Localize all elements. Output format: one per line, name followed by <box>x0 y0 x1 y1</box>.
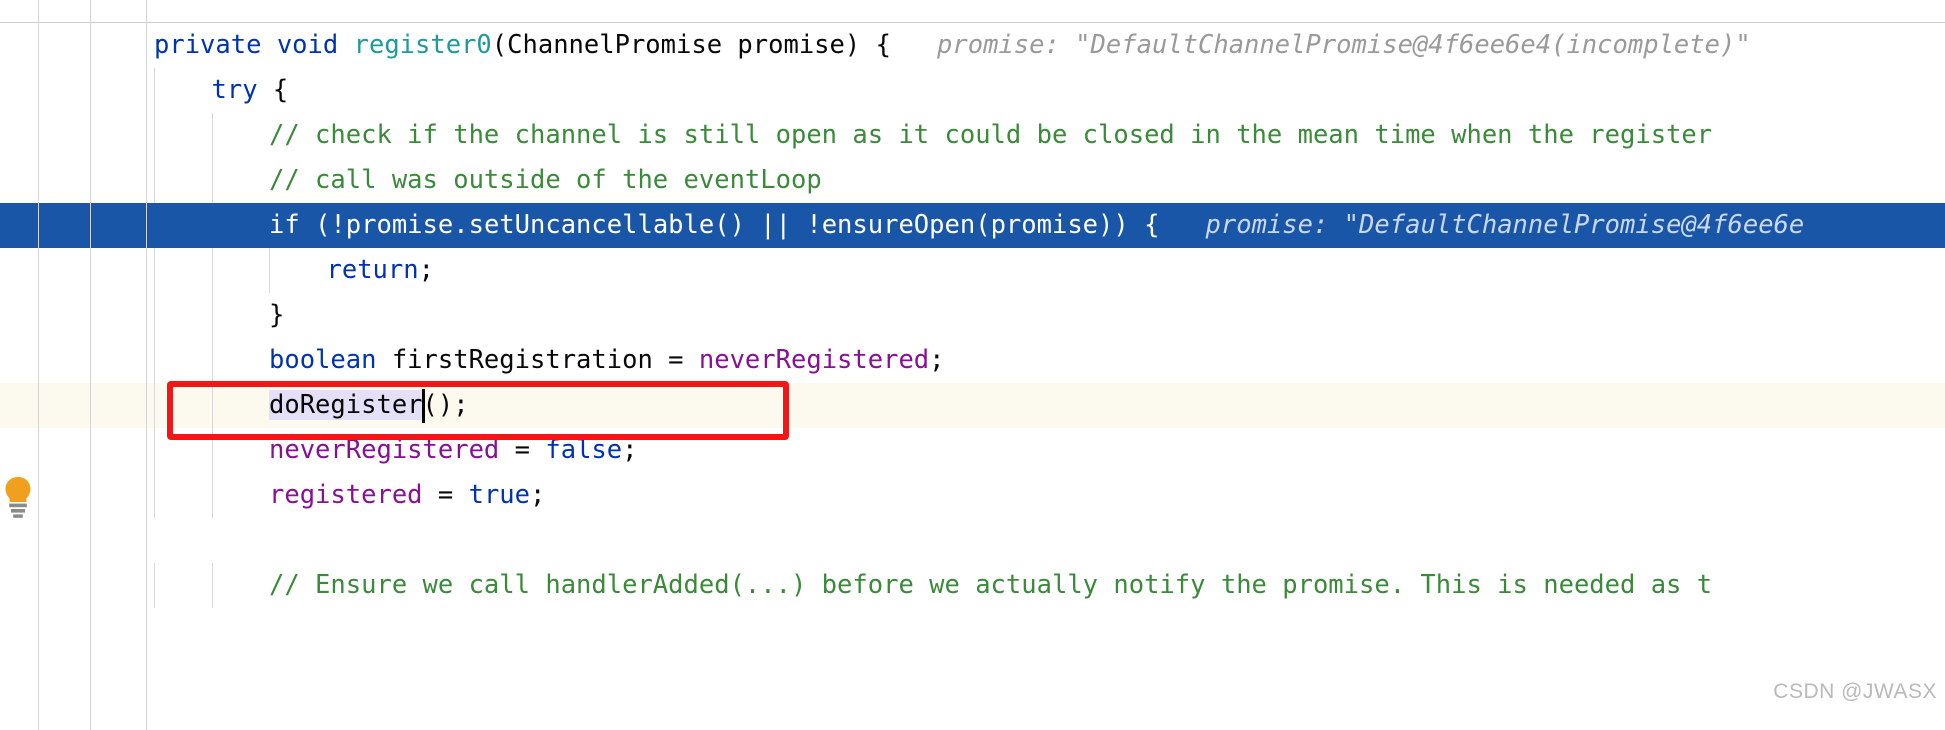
code-token: // call was outside of the eventLoop <box>269 165 822 195</box>
code-line[interactable]: boolean firstRegistration = neverRegiste… <box>0 338 1945 383</box>
code-line-text: boolean firstRegistration = neverRegiste… <box>269 338 945 383</box>
indent-guide <box>154 293 155 338</box>
code-line-text: doRegister(); <box>269 383 469 428</box>
code-token: register0 <box>353 30 492 60</box>
code-token: firstRegistration = <box>376 345 699 375</box>
code-token: (!promise.setUncancellable() || !ensureO… <box>299 210 1160 240</box>
indent-guide <box>211 563 213 608</box>
lightbulb-glyph <box>5 477 31 518</box>
indent-guide <box>154 248 155 293</box>
code-line[interactable]: return; <box>0 248 1945 293</box>
indent-guide <box>154 473 155 518</box>
code-token: private <box>154 30 262 60</box>
code-line-text: // Ensure we call handlerAdded(...) befo… <box>269 563 1712 608</box>
code-token: // Ensure we call handlerAdded(...) befo… <box>269 570 1713 600</box>
code-line-text: if (!promise.setUncancellable() || !ensu… <box>269 203 1804 248</box>
code-token: { <box>257 75 289 105</box>
code-token: if <box>269 210 300 240</box>
hint-gap <box>891 30 937 60</box>
indent-guide <box>211 248 213 293</box>
code-token: return <box>326 255 419 285</box>
indent-guide <box>154 563 155 608</box>
indent-guide <box>211 338 213 383</box>
inlay-parameter-hint[interactable]: promise: "DefaultChannelPromise@4f6ee6e4… <box>937 30 1751 60</box>
code-token: boolean <box>269 345 377 375</box>
indent-guide <box>211 428 213 473</box>
indent-guide <box>154 158 155 203</box>
code-token: true <box>468 480 531 510</box>
code-token: } <box>269 300 285 330</box>
inlay-parameter-hint[interactable]: promise: "DefaultChannelPromise@4f6ee6e <box>1206 210 1805 240</box>
code-line[interactable]: neverRegistered = false; <box>0 428 1945 473</box>
code-token: try <box>211 75 258 105</box>
code-line[interactable]: try { <box>0 68 1945 113</box>
identifier-under-caret: doRegister <box>269 390 423 420</box>
code-token: (); <box>422 390 469 420</box>
gutter-rule-line-numbers <box>38 0 39 730</box>
code-line[interactable]: registered = true; <box>0 473 1945 518</box>
code-line[interactable]: private void register0(ChannelPromise pr… <box>0 23 1945 68</box>
code-token: ; <box>929 345 945 375</box>
code-editor[interactable]: private void register0(ChannelPromise pr… <box>0 0 1945 730</box>
code-token: ; <box>418 255 434 285</box>
code-line-text: return; <box>327 248 434 293</box>
code-token: false <box>545 435 623 465</box>
lightbulb-intention-icon[interactable] <box>2 474 34 522</box>
indent-guide <box>211 113 213 158</box>
code-line[interactable]: // Ensure we call handlerAdded(...) befo… <box>0 563 1945 608</box>
code-line-text: private void register0(ChannelPromise pr… <box>154 23 1751 68</box>
code-line[interactable]: // check if the channel is still open as… <box>0 113 1945 158</box>
indent-guide <box>269 248 270 293</box>
code-line-text: try { <box>212 68 289 113</box>
indent-guide <box>154 338 155 383</box>
code-line-text: // check if the channel is still open as… <box>269 113 1712 158</box>
text-caret <box>422 389 426 423</box>
indent-guide <box>154 428 155 473</box>
indent-guide <box>211 383 213 428</box>
code-token: = <box>422 480 469 510</box>
code-line-text: registered = true; <box>269 473 545 518</box>
code-line[interactable] <box>0 518 1945 563</box>
gutter-rule-annotations <box>90 0 91 730</box>
hint-gap <box>1159 210 1205 240</box>
indent-guide <box>211 293 213 338</box>
code-line[interactable]: doRegister(); <box>0 383 1945 428</box>
code-line-text: neverRegistered = false; <box>269 428 637 473</box>
code-token: registered <box>269 480 423 510</box>
code-token: neverRegistered <box>698 345 930 375</box>
code-token: = <box>499 435 546 465</box>
code-line[interactable]: if (!promise.setUncancellable() || !ensu… <box>0 203 1945 248</box>
code-line-text: } <box>269 293 284 338</box>
code-token: neverRegistered <box>269 435 500 465</box>
code-token: ; <box>622 435 638 465</box>
indent-guide <box>154 383 155 428</box>
code-token: // check if the channel is still open as… <box>269 120 1713 150</box>
indent-guide <box>211 158 213 203</box>
code-token: (ChannelPromise promise) { <box>491 30 891 60</box>
editor-top-separator <box>0 22 1945 23</box>
indent-guide <box>154 68 155 113</box>
code-line[interactable]: } <box>0 293 1945 338</box>
indent-guide <box>211 473 213 518</box>
indent-guide <box>154 113 155 158</box>
gutter-rule-top <box>38 0 39 23</box>
code-token: ; <box>530 480 546 510</box>
code-line-text: // call was outside of the eventLoop <box>269 158 822 203</box>
code-token: void <box>276 30 339 60</box>
watermark: CSDN @JWASX <box>1773 680 1937 703</box>
gutter-rule-folding <box>146 0 147 730</box>
code-line[interactable]: // call was outside of the eventLoop <box>0 158 1945 203</box>
